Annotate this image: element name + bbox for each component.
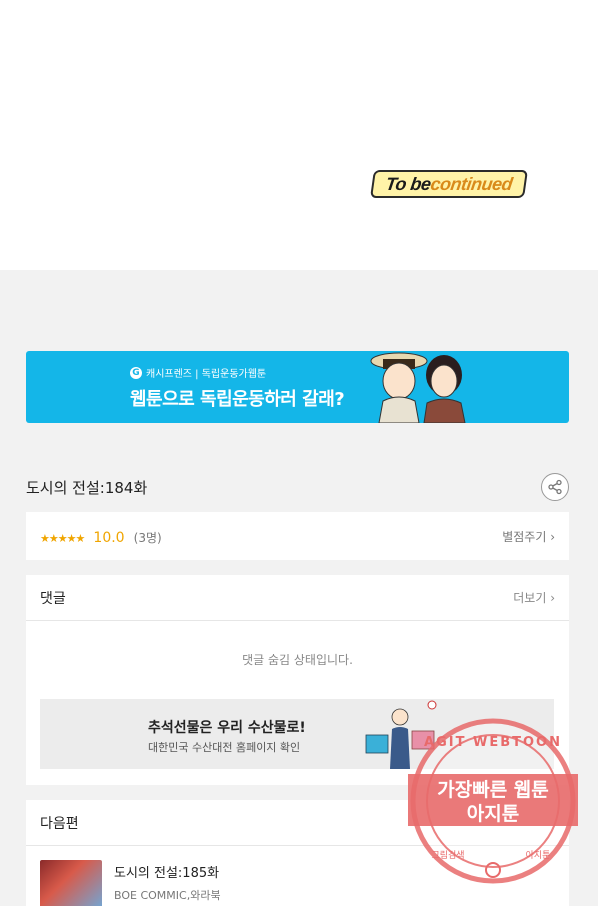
watermark-stamp: AGIT WEBTOON 가장빠른 웹툰 아지툰 그림검색 아지툰 <box>408 718 578 884</box>
comment-more-link[interactable]: 더보기 › <box>513 589 555 606</box>
ad-title: 추석선물은 우리 수산물로! <box>148 720 306 736</box>
comic-end-area: To be continued <box>0 0 598 270</box>
next-episode-author: BOE COMMIC,와라북 <box>114 888 221 902</box>
cashfriends-logo-icon: G <box>130 366 142 379</box>
rate-button[interactable]: 별점주기 › <box>502 528 555 545</box>
promo-banner[interactable]: G 캐시프렌즈 | 독립운동가웹툰 웹툰으로 독립운동하러 갈래? <box>26 351 569 423</box>
rating-score: 10.0 <box>93 529 125 546</box>
watermark-bottom-left: 그림검색 <box>431 849 464 861</box>
next-episode-thumbnail <box>40 860 102 906</box>
next-heading: 다음편 <box>40 815 79 832</box>
share-button[interactable] <box>541 473 569 501</box>
watermark-line2: 아지툰 <box>467 803 519 825</box>
banner-subtitle: G 캐시프렌즈 | 독립운동가웹툰 <box>130 365 266 380</box>
rating-stars: ★★★★★ <box>40 531 85 545</box>
tbc-part1: To be <box>384 173 433 194</box>
rating-count: (3명) <box>133 530 162 545</box>
comments-hidden-message: 댓글 숨김 상태입니다. <box>242 653 353 667</box>
rating-card: ★★★★★ 10.0 (3명) 별점주기 › <box>26 512 569 560</box>
tbc-part2: continued <box>429 173 514 194</box>
episode-title: 도시의 전설:184화 <box>26 478 148 497</box>
comment-heading: 댓글 <box>40 590 66 607</box>
next-episode-info: 도시의 전설:185화 BOE COMMIC,와라북 <box>114 862 221 903</box>
watermark-bottom-right: 아지툰 <box>526 850 551 861</box>
watermark-top-text: AGIT WEBTOON <box>424 735 562 750</box>
comment-header: 댓글 더보기 › <box>26 575 569 621</box>
episode-title-row: 도시의 전설:184화 <box>26 470 569 504</box>
banner-sub-text: 캐시프렌즈 | 독립운동가웹툰 <box>146 369 267 380</box>
banner-characters-illustration <box>370 352 466 423</box>
next-episode-title: 도시의 전설:185화 <box>114 865 220 881</box>
banner-headline: 웹툰으로 독립운동하러 갈래? <box>130 389 345 410</box>
to-be-continued-label: To be continued <box>370 170 528 198</box>
share-icon <box>548 479 562 495</box>
rating-summary: ★★★★★ 10.0 (3명) <box>40 527 162 546</box>
ad-subtitle: 대한민국 수산대전 홈페이지 확인 <box>148 741 301 754</box>
watermark-line1: 가장빠른 웹툰 <box>437 779 549 801</box>
